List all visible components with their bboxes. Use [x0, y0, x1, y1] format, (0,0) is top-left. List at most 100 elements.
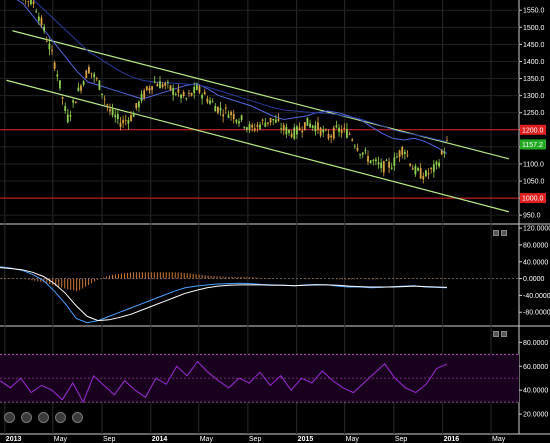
- candle-body: [182, 91, 185, 96]
- candle-body: [185, 98, 188, 99]
- candle-body: [388, 161, 390, 168]
- candle-body: [145, 86, 148, 91]
- candle-body: [382, 161, 385, 173]
- candle-body: [327, 134, 330, 139]
- candle-body: [56, 74, 59, 77]
- y-tick-label: 1450.0: [523, 42, 545, 49]
- candle-body: [72, 100, 74, 103]
- candle-body: [224, 107, 227, 109]
- candle-body: [245, 127, 248, 130]
- candle-body: [190, 92, 193, 96]
- candle-body: [103, 98, 106, 100]
- toolbar-circle-button[interactable]: [72, 412, 83, 423]
- candle-body: [138, 101, 140, 108]
- candle-body: [369, 160, 372, 164]
- panel-button[interactable]: [493, 230, 499, 236]
- candle-body: [203, 92, 206, 95]
- candle-body: [259, 124, 261, 130]
- toolbar-circle-button[interactable]: [4, 412, 15, 423]
- candle-body: [274, 119, 277, 123]
- candle-body: [217, 106, 219, 113]
- candle-body: [251, 124, 254, 128]
- candle-body: [330, 135, 333, 138]
- panel-button[interactable]: [493, 331, 499, 337]
- candle-body: [53, 62, 56, 69]
- candle-body: [301, 130, 304, 133]
- candle-body: [230, 111, 232, 115]
- x-tick-label: 2013: [6, 436, 22, 443]
- candle-body: [314, 125, 317, 132]
- y-tick-label: 1500.0: [523, 25, 545, 32]
- y-tick-label: -40.0000: [523, 293, 550, 300]
- candle-body: [124, 120, 127, 121]
- toolbar-circle-button[interactable]: [21, 412, 32, 423]
- candle-body: [317, 122, 319, 130]
- candle-body: [298, 127, 301, 131]
- candle-body: [177, 89, 180, 93]
- toolbar-circle-button[interactable]: [55, 412, 66, 423]
- candle-body: [148, 87, 151, 91]
- candle-body: [414, 166, 417, 175]
- candle-body: [172, 88, 175, 95]
- candle-body: [306, 117, 309, 126]
- candle-body: [219, 107, 222, 111]
- candle-body: [151, 86, 153, 90]
- candle-body: [93, 73, 96, 78]
- candle-body: [253, 128, 256, 131]
- candle-body: [364, 149, 367, 152]
- candle-body: [153, 81, 156, 83]
- candle-body: [264, 122, 267, 127]
- candle-body: [417, 168, 419, 171]
- candle-body: [180, 94, 182, 99]
- moving-average-line: [16, 0, 448, 155]
- price-badge-label: 1000.0: [522, 196, 544, 203]
- candle-body: [201, 95, 204, 99]
- candle-body: [209, 100, 211, 104]
- candle-body: [285, 127, 288, 135]
- candle-body: [132, 113, 135, 117]
- signal-line: [0, 267, 448, 322]
- y-tick-label: 1350.0: [523, 76, 545, 83]
- y-tick-label: 950.0: [523, 213, 541, 220]
- candle-body: [206, 98, 209, 103]
- candle-body: [346, 129, 348, 138]
- candle-body: [77, 87, 80, 91]
- candle-body: [438, 162, 441, 167]
- y-tick-label: 20.0000: [523, 412, 548, 419]
- candle-body: [238, 121, 240, 124]
- y-tick-label: 1100.0: [523, 161, 544, 168]
- x-tick-label: 2015: [298, 436, 314, 443]
- candle-body: [109, 109, 111, 112]
- candle-body: [143, 90, 146, 98]
- candle-body: [385, 160, 388, 162]
- price-pane: [0, 0, 519, 213]
- candle-body: [272, 119, 275, 121]
- panel-button[interactable]: [501, 230, 507, 236]
- toolbar-circle-button[interactable]: [38, 412, 49, 423]
- candle-body: [380, 162, 383, 169]
- panel-button[interactable]: [501, 331, 507, 337]
- y-tick-label: 1250.0: [523, 110, 545, 117]
- candle-body: [398, 150, 401, 158]
- candle-body: [319, 127, 322, 136]
- candle-body: [101, 93, 103, 96]
- candle-body: [188, 92, 190, 94]
- candle-body: [290, 133, 293, 137]
- candle-body: [335, 125, 338, 128]
- candle-body: [282, 125, 285, 131]
- candle-body: [48, 43, 51, 50]
- candle-body: [232, 113, 235, 120]
- candle-body: [174, 94, 177, 95]
- candle-body: [66, 114, 69, 123]
- y-tick-label: 1550.0: [523, 8, 545, 15]
- candle-body: [27, 1, 30, 3]
- candle-body: [45, 41, 48, 42]
- y-tick-label: 1400.0: [523, 59, 545, 66]
- x-tick-label: 2016: [444, 436, 460, 443]
- candle-body: [396, 156, 398, 158]
- candle-body: [353, 145, 356, 147]
- candle-body: [214, 105, 217, 112]
- y-tick-label: 80.0000: [523, 242, 548, 249]
- candle-body: [348, 133, 351, 135]
- candle-body: [159, 81, 161, 89]
